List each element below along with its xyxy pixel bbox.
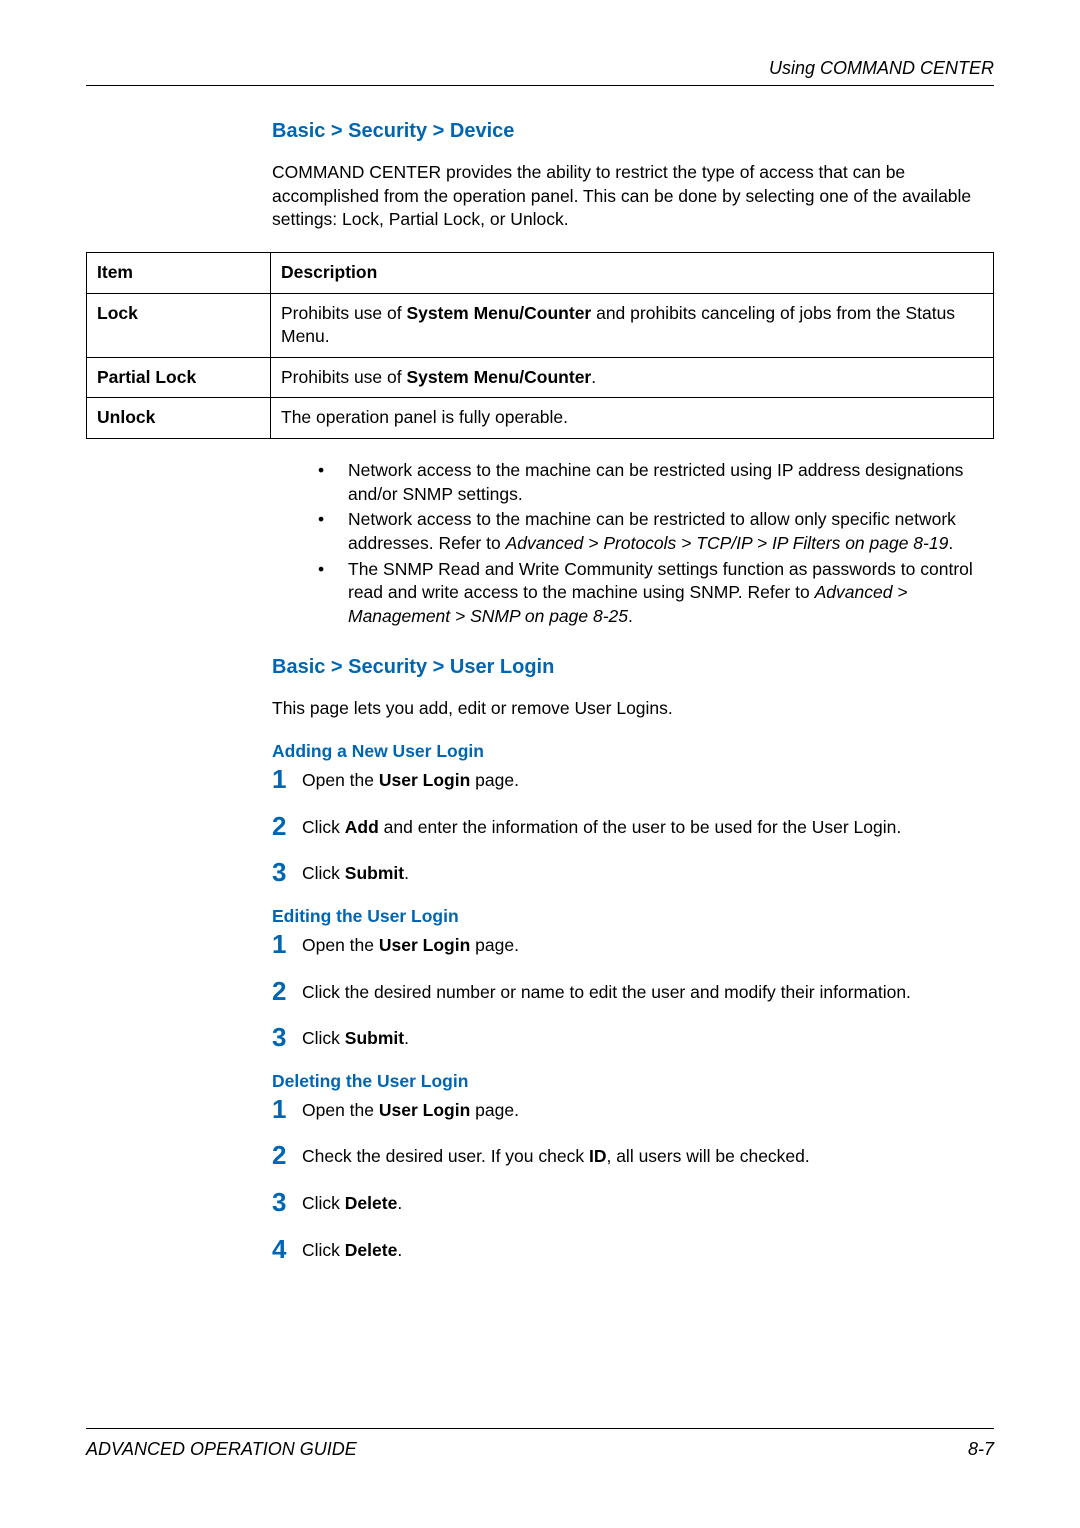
settings-table: Item Description Lock Prohibits use of S… bbox=[86, 252, 994, 439]
list-item: • Network access to the machine can be r… bbox=[310, 508, 994, 555]
heading-device: Basic > Security > Device bbox=[272, 120, 994, 143]
cell-description: The operation panel is fully operable. bbox=[271, 398, 994, 439]
step: 3 Click Submit. bbox=[272, 859, 994, 886]
step-text: Open the User Login page. bbox=[302, 766, 519, 793]
step-number: 2 bbox=[272, 813, 302, 839]
bullet-text: The SNMP Read and Write Community settin… bbox=[348, 558, 994, 629]
bullet-icon: • bbox=[310, 459, 348, 506]
list-item: • Network access to the machine can be r… bbox=[310, 459, 994, 506]
step-text: Check the desired user. If you check ID,… bbox=[302, 1142, 810, 1169]
step-number: 4 bbox=[272, 1236, 302, 1262]
step: 1 Open the User Login page. bbox=[272, 931, 994, 958]
table-header-item: Item bbox=[87, 252, 271, 293]
step: 2 Click Add and enter the information of… bbox=[272, 813, 994, 840]
step: 1 Open the User Login page. bbox=[272, 766, 994, 793]
step: 2 Click the desired number or name to ed… bbox=[272, 978, 994, 1005]
bullet-icon: • bbox=[310, 558, 348, 629]
page-footer: ADVANCED OPERATION GUIDE 8-7 bbox=[86, 1428, 994, 1460]
cell-description: Prohibits use of System Menu/Counter and… bbox=[271, 293, 994, 357]
subheading-editing: Editing the User Login bbox=[272, 906, 994, 927]
cell-item: Unlock bbox=[87, 398, 271, 439]
table-row: Unlock The operation panel is fully oper… bbox=[87, 398, 994, 439]
table-row: Lock Prohibits use of System Menu/Counte… bbox=[87, 293, 994, 357]
step-text: Open the User Login page. bbox=[302, 931, 519, 958]
intro-device: COMMAND CENTER provides the ability to r… bbox=[272, 161, 994, 232]
list-item: • The SNMP Read and Write Community sett… bbox=[310, 558, 994, 629]
cell-item: Lock bbox=[87, 293, 271, 357]
bullet-icon: • bbox=[310, 508, 348, 555]
step-text: Click Submit. bbox=[302, 1024, 409, 1051]
bullet-text: Network access to the machine can be res… bbox=[348, 459, 994, 506]
step: 1 Open the User Login page. bbox=[272, 1096, 994, 1123]
step-text: Click the desired number or name to edit… bbox=[302, 978, 911, 1005]
bullet-text: Network access to the machine can be res… bbox=[348, 508, 994, 555]
intro-user-login: This page lets you add, edit or remove U… bbox=[272, 697, 994, 721]
step-number: 3 bbox=[272, 1189, 302, 1215]
subheading-deleting: Deleting the User Login bbox=[272, 1071, 994, 1092]
step: 3 Click Delete. bbox=[272, 1189, 994, 1216]
step: 4 Click Delete. bbox=[272, 1236, 994, 1263]
footer-left: ADVANCED OPERATION GUIDE bbox=[86, 1439, 357, 1460]
step-number: 3 bbox=[272, 1024, 302, 1050]
subheading-adding: Adding a New User Login bbox=[272, 741, 994, 762]
page-header: Using COMMAND CENTER bbox=[86, 58, 994, 86]
step-number: 3 bbox=[272, 859, 302, 885]
notes-list: • Network access to the machine can be r… bbox=[310, 459, 994, 628]
cell-description: Prohibits use of System Menu/Counter. bbox=[271, 357, 994, 398]
step-number: 1 bbox=[272, 766, 302, 792]
step: 2 Check the desired user. If you check I… bbox=[272, 1142, 994, 1169]
heading-user-login: Basic > Security > User Login bbox=[272, 656, 994, 679]
table-row: Partial Lock Prohibits use of System Men… bbox=[87, 357, 994, 398]
step-text: Click Submit. bbox=[302, 859, 409, 886]
step-text: Click Delete. bbox=[302, 1236, 402, 1263]
step-text: Open the User Login page. bbox=[302, 1096, 519, 1123]
step-number: 1 bbox=[272, 1096, 302, 1122]
step-number: 1 bbox=[272, 931, 302, 957]
table-header-row: Item Description bbox=[87, 252, 994, 293]
step: 3 Click Submit. bbox=[272, 1024, 994, 1051]
footer-page-number: 8-7 bbox=[968, 1439, 994, 1460]
step-text: Click Add and enter the information of t… bbox=[302, 813, 901, 840]
step-number: 2 bbox=[272, 978, 302, 1004]
table-header-description: Description bbox=[271, 252, 994, 293]
step-text: Click Delete. bbox=[302, 1189, 402, 1216]
cell-item: Partial Lock bbox=[87, 357, 271, 398]
step-number: 2 bbox=[272, 1142, 302, 1168]
